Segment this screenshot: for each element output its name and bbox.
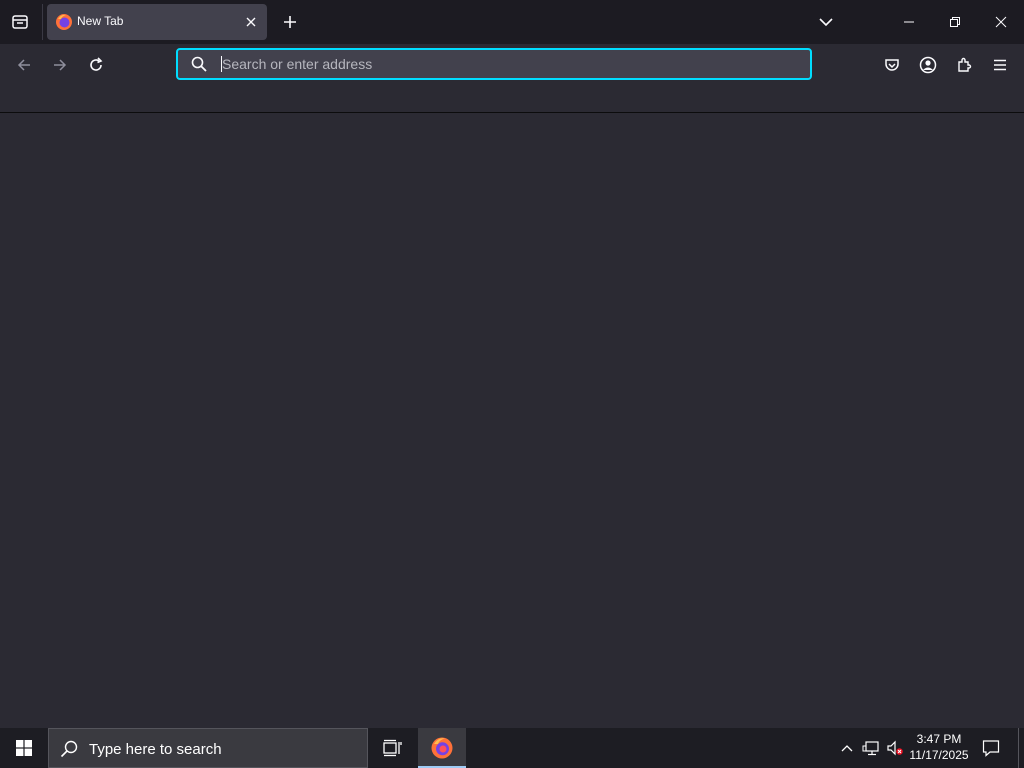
tab-separator — [42, 4, 43, 40]
hamburger-menu-icon — [994, 59, 1006, 71]
restore-icon — [950, 17, 960, 27]
clock-time: 3:47 PM — [916, 732, 962, 746]
minimize-icon — [904, 21, 914, 23]
notification-icon — [982, 740, 1000, 757]
show-desktop-button[interactable] — [1018, 728, 1019, 768]
screen: New Tab Search or enter address Type her… — [0, 0, 1024, 768]
search-icon — [60, 740, 78, 758]
navigation-toolbar — [0, 44, 1024, 85]
close-icon — [995, 16, 1007, 28]
reload-button[interactable] — [80, 49, 112, 81]
volume-muted-icon — [887, 740, 903, 756]
network-tray-button[interactable] — [860, 738, 882, 758]
search-icon — [191, 56, 207, 72]
app-menu-button[interactable] — [984, 49, 1016, 81]
firefox-view-button[interactable] — [4, 6, 36, 38]
minimize-button[interactable] — [886, 0, 932, 44]
task-view-button[interactable] — [370, 728, 414, 768]
page-content — [0, 113, 1024, 728]
volume-tray-button[interactable] — [884, 738, 906, 758]
new-tab-button[interactable] — [276, 8, 304, 36]
extensions-button[interactable] — [948, 49, 980, 81]
restore-button[interactable] — [932, 0, 978, 44]
close-icon — [246, 17, 256, 27]
show-hidden-icons-button[interactable] — [838, 738, 856, 758]
action-center-button[interactable] — [978, 736, 1004, 760]
url-input[interactable] — [222, 53, 792, 75]
tab-close-button[interactable] — [241, 12, 261, 32]
pocket-button[interactable] — [876, 49, 908, 81]
list-all-tabs-button[interactable] — [812, 8, 840, 36]
account-icon — [919, 56, 937, 74]
tab-strip: New Tab — [0, 0, 1024, 44]
tab-title: New Tab — [77, 14, 124, 28]
system-clock[interactable]: 3:47 PM 11/17/2025 — [906, 731, 972, 765]
chevron-up-icon — [841, 745, 853, 752]
start-button[interactable] — [0, 728, 48, 768]
reload-icon — [90, 57, 103, 71]
plus-icon — [284, 16, 296, 28]
back-button[interactable] — [8, 49, 40, 81]
forward-arrow-icon — [54, 59, 67, 71]
toolbar-spacer — [0, 85, 1024, 112]
taskbar-search-box[interactable]: Type here to search — [48, 728, 368, 768]
extensions-icon — [958, 57, 972, 72]
taskbar-firefox-button[interactable] — [418, 728, 466, 768]
windows-taskbar: Type here to search 3:47 PM 11/17/2025 — [0, 728, 1024, 768]
chevron-down-icon — [819, 18, 833, 27]
account-button[interactable] — [912, 49, 944, 81]
taskbar-search-placeholder: Type here to search — [89, 741, 222, 758]
back-arrow-icon — [17, 59, 30, 71]
forward-button[interactable] — [44, 49, 76, 81]
firefox-icon — [431, 737, 453, 759]
firefox-view-icon — [12, 15, 28, 29]
firefox-icon — [56, 14, 72, 30]
pocket-icon — [885, 59, 899, 71]
clock-date: 11/17/2025 — [909, 748, 969, 762]
window-close-button[interactable] — [978, 0, 1024, 44]
network-icon — [862, 741, 879, 756]
url-bar[interactable] — [176, 48, 812, 80]
task-view-icon — [383, 739, 402, 757]
tab-new-tab[interactable]: New Tab — [47, 4, 267, 40]
windows-logo-icon — [16, 740, 32, 756]
